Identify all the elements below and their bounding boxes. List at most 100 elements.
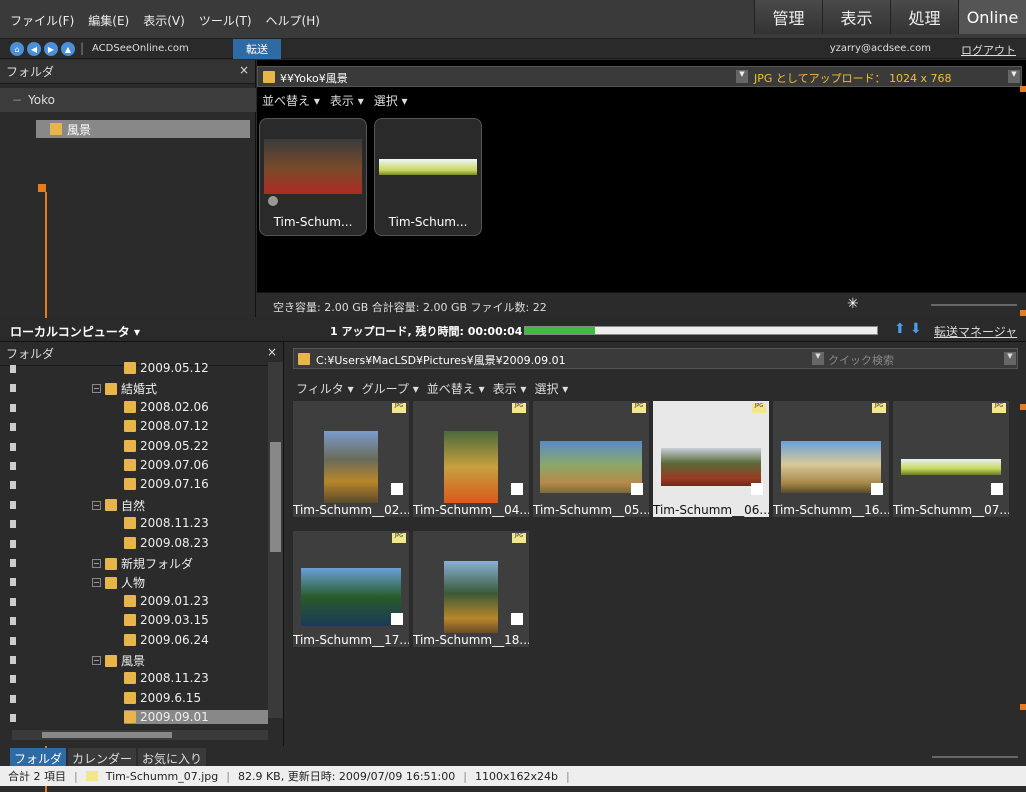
file-thumbnail[interactable]: JPG Tim-Schumm__02... bbox=[292, 400, 410, 518]
pin-icon[interactable] bbox=[10, 559, 16, 567]
upload-size-select[interactable]: JPG としてアップロード： 1024 x 768 bbox=[754, 70, 952, 86]
group-menu[interactable]: グループ ▾ bbox=[362, 380, 419, 397]
pin-icon[interactable] bbox=[10, 636, 16, 645]
menu-file[interactable]: ファイル(F) bbox=[10, 12, 74, 29]
collapse-icon[interactable]: − bbox=[92, 500, 101, 510]
zoom-slider[interactable] bbox=[931, 304, 1017, 306]
tree-hscrollbar[interactable] bbox=[12, 730, 268, 740]
tree-root-yoko[interactable]: − Yoko bbox=[0, 88, 256, 112]
menu-view[interactable]: 表示(V) bbox=[143, 12, 185, 29]
splitter-handle[interactable] bbox=[1020, 704, 1026, 710]
splitter-handle[interactable] bbox=[1020, 310, 1026, 316]
tree-item[interactable]: 2009.05.22 bbox=[124, 439, 209, 453]
file-thumbnail[interactable]: JPG Tim-Schumm__07... bbox=[892, 400, 1010, 518]
online-thumb[interactable]: Tim-Schum... bbox=[374, 118, 482, 236]
zoom-slider[interactable] bbox=[932, 756, 1018, 758]
tree-item[interactable]: 2009.05.12 bbox=[124, 361, 209, 375]
tree-item[interactable]: 2009.07.06 bbox=[124, 458, 209, 472]
pin-icon[interactable] bbox=[10, 597, 16, 606]
quick-search-input[interactable]: クイック検索 bbox=[828, 352, 894, 368]
back-icon[interactable]: ◀ bbox=[27, 42, 41, 56]
menu-edit[interactable]: 編集(E) bbox=[88, 12, 129, 29]
logout-link[interactable]: ログアウト bbox=[961, 42, 1016, 58]
menu-tools[interactable]: ツール(T) bbox=[199, 12, 252, 29]
transfer-manager-link[interactable]: 転送マネージャ bbox=[934, 323, 1017, 340]
collapse-icon[interactable]: − bbox=[12, 93, 22, 107]
pin-icon[interactable] bbox=[10, 714, 16, 723]
pin-icon[interactable] bbox=[10, 481, 16, 490]
chevron-down-icon[interactable]: ▼ bbox=[736, 70, 748, 83]
tree-item[interactable]: 2009.01.23 bbox=[124, 594, 209, 608]
tree-item[interactable]: 2009.09.01 bbox=[124, 710, 268, 725]
select-checkbox[interactable] bbox=[871, 483, 883, 495]
view-menu[interactable]: 表示 ▾ bbox=[493, 380, 527, 397]
tree-item[interactable]: 2009.08.23 bbox=[124, 536, 209, 550]
collapse-icon[interactable]: − bbox=[92, 384, 101, 394]
download-arrow-icon[interactable]: ⬇ bbox=[910, 321, 922, 337]
file-thumbnail[interactable]: JPG Tim-Schumm__05... bbox=[532, 400, 650, 518]
tree-item[interactable]: 2009.6.15 bbox=[124, 691, 201, 705]
splitter-handle[interactable] bbox=[1020, 86, 1026, 92]
pin-icon[interactable] bbox=[10, 656, 16, 664]
collapse-icon[interactable]: − bbox=[92, 578, 101, 588]
tab-manage[interactable]: 管理 bbox=[754, 0, 822, 34]
tree-item[interactable]: − 風景 bbox=[92, 652, 145, 669]
pin-icon[interactable] bbox=[10, 384, 16, 393]
select-checkbox[interactable] bbox=[511, 483, 523, 495]
sort-menu[interactable]: 並べ替え ▾ bbox=[427, 380, 485, 397]
home-icon[interactable]: ⌂ bbox=[10, 42, 24, 56]
view-menu[interactable]: 表示 ▾ bbox=[330, 92, 364, 109]
tab-online[interactable]: Online bbox=[958, 0, 1026, 34]
tree-item[interactable]: 2009.06.24 bbox=[124, 633, 209, 647]
pin-icon[interactable] bbox=[10, 617, 16, 626]
tree-scrollbar[interactable] bbox=[268, 362, 283, 718]
sort-menu[interactable]: 並べ替え ▾ bbox=[262, 92, 320, 109]
tree-item[interactable]: 2009.07.16 bbox=[124, 477, 209, 491]
pin-icon[interactable] bbox=[10, 539, 16, 548]
local-title[interactable]: ローカルコンピュータ ▾ bbox=[10, 323, 140, 340]
select-checkbox[interactable] bbox=[511, 613, 523, 625]
file-thumbnail[interactable]: JPG Tim-Schumm__16... bbox=[772, 400, 890, 518]
upload-arrow-icon[interactable]: ⬆ bbox=[894, 321, 906, 337]
menu-help[interactable]: ヘルプ(H) bbox=[266, 12, 320, 29]
forward-icon[interactable]: ▶ bbox=[44, 42, 58, 56]
tree-item-fukei[interactable]: 風景 bbox=[36, 120, 250, 138]
site-link[interactable]: ACDSeeOnline.com bbox=[92, 43, 189, 54]
close-icon[interactable]: × bbox=[267, 345, 277, 359]
pin-icon[interactable] bbox=[10, 675, 16, 684]
pin-icon[interactable] bbox=[10, 578, 16, 587]
file-thumbnail[interactable]: JPG Tim-Schumm__18... bbox=[412, 530, 530, 648]
up-icon[interactable]: ▲ bbox=[61, 42, 75, 56]
tree-item[interactable]: − 自然 bbox=[92, 497, 145, 514]
splitter-handle[interactable] bbox=[1020, 404, 1026, 410]
pin-icon[interactable] bbox=[10, 365, 16, 373]
pin-icon[interactable] bbox=[10, 520, 16, 529]
scroll-thumb[interactable] bbox=[270, 442, 281, 552]
select-checkbox[interactable] bbox=[631, 483, 643, 495]
collapse-icon[interactable]: − bbox=[92, 559, 101, 568]
file-thumbnail[interactable]: JPG Tim-Schumm__06... bbox=[652, 400, 770, 518]
scroll-thumb[interactable] bbox=[42, 732, 172, 738]
tree-item[interactable]: 2009.03.15 bbox=[124, 613, 209, 627]
tree-item[interactable]: − 結婚式 bbox=[92, 380, 157, 397]
splitter-handle[interactable] bbox=[38, 184, 46, 192]
tree-item[interactable]: − 新規フォルダ bbox=[92, 555, 193, 572]
tree-item[interactable]: 2008.11.23 bbox=[124, 671, 209, 685]
pin-icon[interactable] bbox=[10, 442, 16, 451]
tree-item[interactable]: − 人物 bbox=[92, 574, 145, 591]
select-checkbox[interactable] bbox=[391, 483, 403, 495]
pin-icon[interactable] bbox=[10, 462, 16, 470]
pin-icon[interactable] bbox=[10, 403, 16, 412]
pin-icon[interactable] bbox=[10, 423, 16, 432]
tab-view[interactable]: 表示 bbox=[822, 0, 890, 34]
file-thumbnail[interactable]: JPG Tim-Schumm__04... bbox=[412, 400, 530, 518]
chevron-down-icon[interactable]: ▼ bbox=[1008, 70, 1020, 83]
pin-icon[interactable] bbox=[10, 500, 16, 509]
tree-item[interactable]: 2008.02.06 bbox=[124, 400, 209, 414]
online-thumb[interactable]: Tim-Schum... bbox=[259, 118, 367, 236]
tree-item[interactable]: 2008.11.23 bbox=[124, 516, 209, 530]
close-icon[interactable]: × bbox=[239, 63, 249, 77]
filter-menu[interactable]: フィルタ ▾ bbox=[296, 380, 354, 397]
select-menu[interactable]: 選択 ▾ bbox=[534, 380, 568, 397]
select-checkbox[interactable] bbox=[751, 483, 763, 495]
